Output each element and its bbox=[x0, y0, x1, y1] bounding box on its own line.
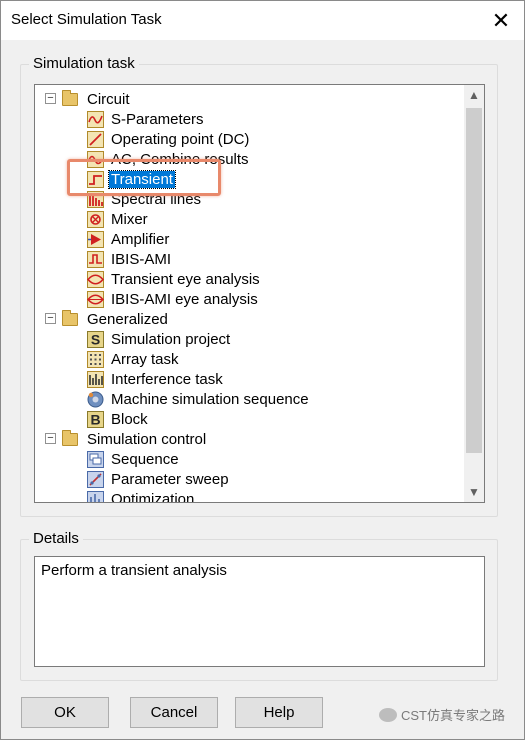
sequence-icon bbox=[87, 450, 104, 468]
tree-item-transient[interactable]: Transient bbox=[87, 169, 176, 189]
ok-button[interactable]: OK bbox=[21, 697, 109, 728]
tree-group-generalized[interactable]: Generalized bbox=[62, 309, 170, 329]
mixer-icon bbox=[87, 210, 104, 228]
wechat-icon bbox=[379, 707, 397, 722]
details-text: Perform a transient analysis bbox=[41, 562, 227, 579]
help-button-label: Help bbox=[263, 704, 295, 721]
close-button[interactable]: ✕ bbox=[478, 1, 524, 40]
optimization-icon bbox=[87, 490, 104, 502]
interference-task-icon bbox=[87, 370, 104, 388]
simulation-task-legend: Simulation task bbox=[29, 55, 139, 72]
tree-item-s-parameters[interactable]: S-Parameters bbox=[87, 109, 206, 129]
folder-icon bbox=[62, 309, 78, 326]
collapse-toggle[interactable]: − bbox=[45, 433, 56, 444]
tree-item-array-task[interactable]: Array task bbox=[87, 349, 181, 369]
tree-item-label: AC, Combine results bbox=[111, 150, 249, 168]
tree-item-ac-combine-results[interactable]: AC, Combine results bbox=[87, 149, 251, 169]
transient-icon bbox=[87, 170, 104, 188]
tree-item-label: Optimization bbox=[111, 490, 195, 503]
machine-sequence-icon bbox=[87, 391, 104, 408]
tree-item-spectral-lines[interactable]: Spectral lines bbox=[87, 189, 203, 209]
tree-group-label: Generalized bbox=[87, 310, 168, 328]
ibis-ami-icon bbox=[87, 250, 104, 268]
tree-item-label: Parameter sweep bbox=[111, 470, 229, 488]
tree-item-label: Block bbox=[111, 410, 148, 428]
tree-item-transient-eye-analysis[interactable]: Transient eye analysis bbox=[87, 269, 262, 289]
scroll-down-button[interactable]: ▼ bbox=[464, 482, 484, 502]
operating-point-icon bbox=[87, 130, 104, 148]
ibis-eye-icon bbox=[87, 290, 104, 308]
scroll-up-button[interactable]: ▲ bbox=[464, 85, 484, 105]
tree-group-label: Circuit bbox=[87, 90, 130, 108]
tree-scrollbar[interactable]: ▲ ▼ bbox=[464, 85, 484, 502]
tree-item-label: IBIS-AMI bbox=[111, 250, 172, 268]
tree-item-mixer[interactable]: Mixer bbox=[87, 209, 150, 229]
parameter-sweep-icon bbox=[87, 470, 104, 488]
tree-item-ibis-ami-eye-analysis[interactable]: IBIS-AMI eye analysis bbox=[87, 289, 260, 309]
tree-item-ibis-ami[interactable]: IBIS-AMI bbox=[87, 249, 173, 269]
tree-item-label: Machine simulation sequence bbox=[111, 390, 309, 408]
s-parameters-icon bbox=[87, 110, 104, 128]
collapse-toggle[interactable]: − bbox=[45, 93, 56, 104]
help-button[interactable]: Help bbox=[235, 697, 323, 728]
array-task-icon bbox=[87, 350, 104, 368]
tree-item-parameter-sweep[interactable]: Parameter sweep bbox=[87, 469, 231, 489]
folder-icon bbox=[62, 89, 78, 106]
chevron-down-icon: ▼ bbox=[468, 485, 480, 499]
tree-item-machine-simulation-sequence[interactable]: Machine simulation sequence bbox=[87, 389, 311, 409]
tree-item-label: Sequence bbox=[111, 450, 179, 468]
details-text-box: Perform a transient analysis bbox=[34, 556, 485, 667]
collapse-toggle[interactable]: − bbox=[45, 313, 56, 324]
tree-item-sequence[interactable]: Sequence bbox=[87, 449, 181, 469]
amplifier-icon bbox=[87, 230, 104, 248]
tree-item-block[interactable]: B Block bbox=[87, 409, 150, 429]
tree-item-interference-task[interactable]: Interference task bbox=[87, 369, 225, 389]
tree-item-label: IBIS-AMI eye analysis bbox=[111, 290, 258, 308]
tree-item-optimization[interactable]: Optimization bbox=[87, 489, 196, 503]
scrollbar-thumb[interactable] bbox=[466, 108, 482, 453]
tree-item-amplifier[interactable]: Amplifier bbox=[87, 229, 171, 249]
tree-item-label: Simulation project bbox=[111, 330, 231, 348]
tree-item-label: Mixer bbox=[111, 210, 148, 228]
ac-icon bbox=[87, 150, 104, 168]
details-legend: Details bbox=[29, 530, 83, 547]
tree-item-label: Array task bbox=[111, 350, 179, 368]
tree-item-label: S-Parameters bbox=[111, 110, 204, 128]
svg-text:B: B bbox=[90, 411, 100, 427]
svg-text:S: S bbox=[91, 331, 100, 347]
tree-item-simulation-project[interactable]: S Simulation project bbox=[87, 329, 232, 349]
tree-item-label: Interference task bbox=[111, 370, 223, 388]
tree-group-label: Simulation control bbox=[87, 430, 207, 448]
title-bar: Select Simulation Task ✕ bbox=[1, 1, 524, 40]
tree-group-simulation-control[interactable]: Simulation control bbox=[62, 429, 208, 449]
watermark-text: CST仿真专家之路 bbox=[401, 708, 506, 723]
tree-group-circuit[interactable]: Circuit bbox=[62, 89, 132, 109]
simulation-project-icon: S bbox=[87, 330, 104, 348]
tree-item-label: Transient eye analysis bbox=[111, 270, 260, 288]
watermark: CST仿真专家之路 bbox=[379, 705, 505, 724]
select-simulation-task-dialog: Select Simulation Task ✕ Simulation task… bbox=[0, 0, 525, 740]
tree-item-label: Amplifier bbox=[111, 230, 170, 248]
window-title: Select Simulation Task bbox=[11, 11, 162, 28]
tree-item-label: Spectral lines bbox=[111, 190, 202, 208]
spectral-lines-icon bbox=[87, 190, 104, 208]
cancel-button[interactable]: Cancel bbox=[130, 697, 218, 728]
ok-button-label: OK bbox=[54, 704, 76, 721]
folder-icon bbox=[62, 429, 78, 446]
tree-item-label: Operating point (DC) bbox=[111, 130, 250, 148]
close-icon: ✕ bbox=[491, 7, 511, 33]
block-icon: B bbox=[87, 410, 104, 428]
tree-item-label: Transient bbox=[108, 169, 176, 189]
tree-item-operating-point-dc[interactable]: Operating point (DC) bbox=[87, 129, 251, 149]
cancel-button-label: Cancel bbox=[150, 704, 198, 721]
simulation-task-tree[interactable]: ▲ ▼ − Circuit S-Parameters Operating point … bbox=[34, 84, 485, 503]
chevron-up-icon: ▲ bbox=[468, 88, 480, 102]
eye-analysis-icon bbox=[87, 270, 104, 288]
